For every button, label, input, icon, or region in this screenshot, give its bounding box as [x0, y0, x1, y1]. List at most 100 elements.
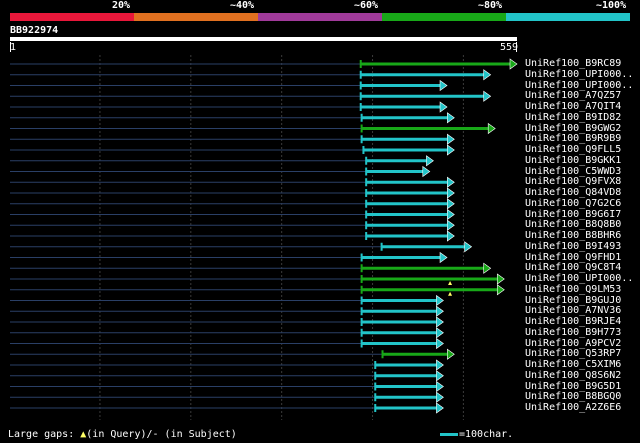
- hit-bar[interactable]: [361, 299, 438, 302]
- hit-arrow: [483, 69, 492, 81]
- hit-bar[interactable]: [375, 406, 438, 410]
- hit-label[interactable]: UniRef100_B9ID82: [525, 112, 621, 123]
- hit-arrow: [483, 262, 492, 274]
- hit-bar[interactable]: [360, 84, 442, 87]
- hit-start-tick: [360, 318, 363, 326]
- footer-gaps-prefix: Large gaps:: [8, 429, 81, 440]
- hit-bar[interactable]: [366, 180, 449, 184]
- hit-start-tick: [381, 350, 384, 359]
- hit-bar[interactable]: [361, 137, 449, 141]
- hit-bar[interactable]: [375, 374, 438, 378]
- hit-bar[interactable]: [375, 385, 438, 388]
- hit-label[interactable]: UniRef100_Q84VD8: [525, 188, 621, 198]
- hit-bar[interactable]: [361, 320, 438, 324]
- hit-label[interactable]: UniRef100_B8BHR6: [525, 231, 621, 241]
- hit-label[interactable]: UniRef100_Q9FHD1: [525, 252, 621, 263]
- hit-bar[interactable]: [366, 213, 449, 216]
- hit-bar[interactable]: [375, 363, 438, 367]
- hit-label[interactable]: UniRef100_C5XIM6: [525, 360, 621, 370]
- hit-bar[interactable]: [366, 191, 449, 195]
- hit-bar[interactable]: [366, 170, 424, 173]
- hit-bar[interactable]: [361, 127, 490, 130]
- hit-label[interactable]: UniRef100_B9GKK1: [525, 155, 621, 166]
- hit-bar[interactable]: [360, 105, 442, 109]
- hit-bar[interactable]: [360, 73, 485, 77]
- hit-bar[interactable]: [360, 94, 485, 98]
- hit-arrow: [496, 273, 505, 285]
- hit-bar[interactable]: [382, 352, 449, 356]
- hit-label[interactable]: UniRef100_C5WWD3: [525, 166, 621, 177]
- hit-arrow: [426, 155, 434, 167]
- hit-arrow: [447, 187, 455, 199]
- hit-start-tick: [365, 178, 368, 187]
- hit-label[interactable]: UniRef100_B9H773: [525, 327, 621, 338]
- hit-bar[interactable]: [363, 148, 449, 152]
- hit-start-tick: [365, 167, 368, 176]
- hit-start-tick: [365, 210, 368, 219]
- hit-bar[interactable]: [361, 288, 499, 292]
- hit-label[interactable]: UniRef100_Q9FVX8: [525, 177, 621, 187]
- hit-label[interactable]: UniRef100_UPI000..: [525, 69, 633, 80]
- hit-label[interactable]: UniRef100_B9G5D1: [525, 381, 621, 392]
- hit-arrow: [447, 133, 455, 145]
- hit-label[interactable]: UniRef100_A2Z6E6: [525, 403, 621, 413]
- hit-bar[interactable]: [381, 245, 466, 249]
- hit-arrow: [436, 337, 444, 350]
- hit-start-tick: [360, 328, 363, 337]
- hit-arrow: [487, 122, 496, 135]
- hit-label[interactable]: UniRef100_B9GWG2: [525, 123, 621, 134]
- hit-start-tick: [360, 307, 363, 316]
- hit-bar[interactable]: [361, 256, 442, 259]
- hit-bar[interactable]: [361, 342, 438, 345]
- hit-label[interactable]: UniRef100_B8Q8B0: [525, 220, 621, 230]
- hit-start-tick: [380, 242, 383, 251]
- hit-label[interactable]: UniRef100_A7QZ57: [525, 91, 621, 101]
- hit-bar[interactable]: [375, 395, 438, 399]
- hit-label[interactable]: UniRef100_Q9FLL5: [525, 145, 621, 155]
- hit-arrow: [447, 208, 455, 221]
- hit-arrow: [464, 241, 473, 253]
- hit-label[interactable]: UniRef100_Q7G2C6: [525, 198, 621, 209]
- hit-label[interactable]: UniRef100_Q9LM53: [525, 284, 621, 295]
- hit-bar[interactable]: [361, 277, 499, 281]
- hit-label[interactable]: UniRef100_B9I493: [525, 241, 621, 252]
- hit-label[interactable]: UniRef100_Q9C8T4: [525, 263, 621, 273]
- hit-bar[interactable]: [366, 202, 449, 206]
- hit-label[interactable]: UniRef100_B9GUJ0: [525, 295, 621, 306]
- hit-bar[interactable]: [361, 266, 485, 270]
- hit-label[interactable]: UniRef100_B8BGQ0: [525, 392, 621, 402]
- hit-arrow: [436, 327, 444, 339]
- hit-bar[interactable]: [366, 223, 449, 227]
- hit-bar[interactable]: [366, 159, 428, 163]
- hit-bar[interactable]: [361, 309, 438, 313]
- hit-bar[interactable]: [361, 116, 449, 120]
- hit-label[interactable]: UniRef100_UPI000..: [525, 274, 633, 284]
- hit-label[interactable]: UniRef100_A7NV36: [525, 306, 621, 316]
- hit-arrow: [439, 101, 448, 113]
- hit-arrow: [436, 370, 444, 382]
- hit-bar[interactable]: [360, 62, 511, 66]
- hit-start-tick: [362, 146, 365, 154]
- footer-gaps-suffix: (in Query)/- (in Subject): [86, 429, 237, 440]
- hit-bar[interactable]: [366, 234, 449, 238]
- hit-label[interactable]: UniRef100_B9G6I7: [525, 209, 621, 220]
- hit-bar[interactable]: [361, 331, 438, 335]
- hit-label[interactable]: UniRef100_A9PCV2: [525, 338, 621, 349]
- hit-start-tick: [374, 393, 377, 402]
- hit-start-tick: [359, 103, 362, 111]
- hit-start-tick: [360, 339, 363, 348]
- hit-label[interactable]: UniRef100_B9RJE4: [525, 317, 621, 327]
- hit-arrow: [447, 112, 455, 124]
- hit-arrow: [422, 165, 431, 178]
- hit-label[interactable]: UniRef100_UPI000..: [525, 80, 633, 91]
- hit-label[interactable]: UniRef100_Q8S6N2: [525, 370, 621, 381]
- hit-start-tick: [365, 221, 368, 230]
- hit-label[interactable]: UniRef100_B9R9B9: [525, 134, 621, 144]
- hit-arrow: [447, 176, 455, 188]
- hit-label[interactable]: UniRef100_A7QIT4: [525, 102, 621, 112]
- hit-label[interactable]: UniRef100_Q53RP7: [525, 349, 621, 359]
- hit-arrow: [509, 58, 518, 70]
- hit-label[interactable]: UniRef100_B9RC89: [525, 59, 621, 69]
- hit-arrow: [447, 198, 455, 210]
- hit-arrow: [436, 359, 444, 371]
